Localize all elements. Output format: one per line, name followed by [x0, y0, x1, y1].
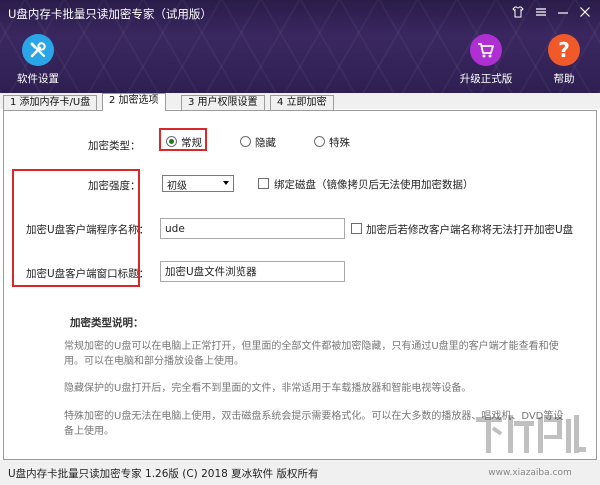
radio-normal[interactable] [166, 136, 177, 147]
tab-encrypt-options[interactable]: 2 加密选项 [102, 93, 166, 111]
upgrade-label: 升级正式版 [459, 73, 513, 85]
help-button[interactable]: ? 帮助 [534, 34, 594, 90]
radio-special-label: 特殊 [329, 137, 350, 149]
tab-encrypt-now[interactable]: 4 立即加密 [270, 95, 334, 110]
radio-normal-label: 常规 [181, 137, 202, 149]
explanation-hidden: 隐藏保护的U盘打开后，完全看不到里面的文件，非常适用于车载播放器和智能电视等设备… [64, 383, 472, 394]
tab-user-permissions[interactable]: 3 用户权限设置 [181, 95, 265, 110]
watermark-logo: www.xiazaiba.com [470, 409, 590, 481]
window-title-input[interactable] [160, 261, 345, 282]
upgrade-button[interactable]: 升级正式版 [456, 34, 516, 90]
tools-icon [22, 34, 54, 66]
settings-label: 软件设置 [17, 73, 59, 85]
question-icon: ? [548, 34, 580, 66]
close-icon[interactable] [576, 4, 594, 20]
strength-label: 加密强度： [88, 180, 141, 192]
client-name-label: 加密U盘客户端程序名称： [26, 224, 150, 236]
cart-icon [470, 34, 502, 66]
header-bar: U盘内存卡批量只读加密专家（试用版） 软件设置 升级正式版 ? 帮助 [0, 0, 600, 93]
radio-hidden[interactable] [240, 136, 251, 147]
bind-disk-label: 绑定磁盘（镜像拷贝后无法使用加密数据） [274, 179, 474, 191]
settings-button[interactable]: 软件设置 [8, 34, 68, 90]
bind-disk-checkbox[interactable] [258, 178, 269, 189]
explanation-normal: 常规加密的U盘可以在电脑上正常打开，但里面的全部文件都被加密隐藏，只有通过U盘里… [64, 341, 559, 367]
radio-hidden-label: 隐藏 [255, 137, 276, 149]
radio-special[interactable] [314, 136, 325, 147]
strength-select[interactable]: 初级 [162, 175, 234, 192]
minimize-icon[interactable] [554, 4, 572, 20]
tab-add-disk[interactable]: 1 添加内存卡/U盘 [3, 95, 98, 110]
explanation-heading: 加密类型说明： [70, 317, 144, 329]
encrypt-type-label: 加密类型： [88, 140, 141, 152]
shirt-icon[interactable] [509, 4, 527, 20]
help-label: 帮助 [553, 73, 575, 85]
copyright-text: U盘内存卡批量只读加密专家 1.26版 (C) 2018 夏冰软件 版权所有 [8, 468, 319, 480]
watermark-url: www.xiazaiba.com [488, 468, 572, 478]
client-name-input[interactable] [160, 218, 345, 239]
options-panel: 加密类型： 常规 隐藏 特殊 加密强度： 初级 绑定磁盘（镜像拷贝后无法使用加密… [3, 110, 597, 460]
strength-value: 初级 [167, 181, 187, 192]
rename-warn-checkbox[interactable] [351, 223, 362, 234]
rename-warn-label: 加密后若修改客户端名称将无法打开加密U盘 [366, 224, 574, 236]
watermark-graphic: www.xiazaiba.com [476, 415, 586, 478]
menu-icon[interactable] [532, 4, 550, 20]
window-title-label: 加密U盘客户端窗口标题： [26, 268, 150, 280]
window-title: U盘内存卡批量只读加密专家（试用版） [8, 7, 212, 21]
app-window: U盘内存卡批量只读加密专家（试用版） 软件设置 升级正式版 ? 帮助 1 添加内… [0, 0, 600, 485]
chevron-down-icon [223, 181, 229, 185]
